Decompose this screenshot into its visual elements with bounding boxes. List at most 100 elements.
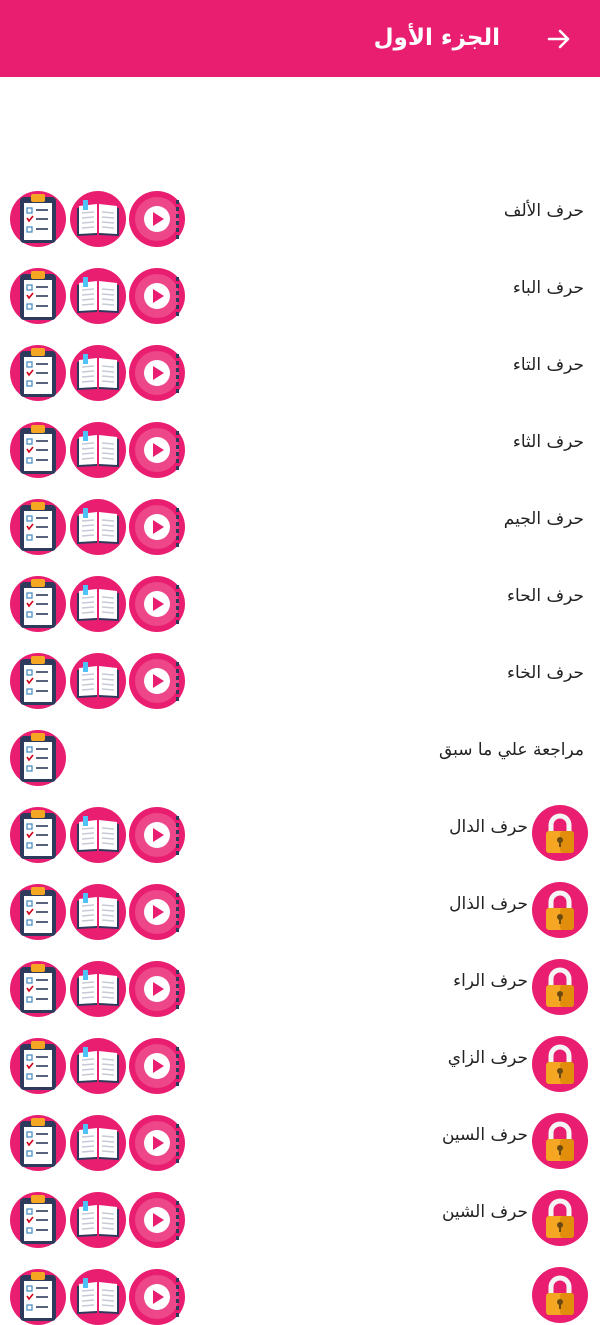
lesson-label: مراجعة علي ما سبق <box>438 740 584 760</box>
padlock-icon <box>546 1275 574 1315</box>
play-video-icon <box>135 1198 179 1242</box>
quiz-button[interactable] <box>10 576 66 632</box>
open-book-button[interactable] <box>70 268 126 324</box>
play-video-icon <box>135 274 179 318</box>
open-book-button[interactable] <box>70 422 126 478</box>
padlock-icon[interactable] <box>532 1190 588 1246</box>
play-video-button[interactable] <box>129 1115 185 1171</box>
play-video-button[interactable] <box>129 576 185 632</box>
open-book-button[interactable] <box>70 1269 126 1325</box>
padlock-icon[interactable] <box>532 1036 588 1092</box>
open-book-button[interactable] <box>70 345 126 401</box>
lesson-row[interactable]: حرف الشين <box>0 1188 600 1248</box>
play-video-button[interactable] <box>129 1269 185 1325</box>
lesson-label: حرف الذال <box>449 894 528 914</box>
play-video-icon <box>135 1044 179 1088</box>
lesson-row[interactable]: حرف الباء <box>0 264 600 324</box>
clipboard-checklist-icon <box>20 271 56 320</box>
clipboard-checklist-icon <box>20 1195 56 1244</box>
open-book-button[interactable] <box>70 961 126 1017</box>
open-book-button[interactable] <box>70 653 126 709</box>
open-book-button[interactable] <box>70 499 126 555</box>
open-book-button[interactable] <box>70 884 126 940</box>
open-book-icon <box>77 200 119 236</box>
clipboard-checklist-icon <box>20 579 56 628</box>
play-video-button[interactable] <box>129 191 185 247</box>
quiz-button[interactable] <box>10 807 66 863</box>
open-book-icon <box>77 585 119 621</box>
quiz-button[interactable] <box>10 1269 66 1325</box>
play-video-icon <box>135 967 179 1011</box>
lesson-row[interactable]: حرف الحاء <box>0 572 600 632</box>
play-video-icon <box>135 582 179 626</box>
quiz-button[interactable] <box>10 1038 66 1094</box>
padlock-icon <box>546 1198 574 1238</box>
play-video-button[interactable] <box>129 422 185 478</box>
quiz-button[interactable] <box>10 345 66 401</box>
lesson-label: حرف الزاي <box>447 1048 528 1068</box>
lesson-row[interactable]: حرف الزاي <box>0 1034 600 1094</box>
padlock-icon[interactable] <box>532 1267 588 1323</box>
play-video-icon <box>135 1121 179 1165</box>
open-book-button[interactable] <box>70 191 126 247</box>
padlock-icon[interactable] <box>532 805 588 861</box>
lesson-row[interactable]: حرف الذال <box>0 880 600 940</box>
open-book-button[interactable] <box>70 576 126 632</box>
quiz-button[interactable] <box>10 1115 66 1171</box>
lesson-row[interactable]: حرف الثاء <box>0 418 600 478</box>
open-book-icon <box>77 508 119 544</box>
lesson-label: حرف السين <box>441 1125 528 1145</box>
padlock-icon <box>546 1121 574 1161</box>
back-button[interactable] <box>542 22 576 56</box>
padlock-icon[interactable] <box>532 959 588 1015</box>
play-video-button[interactable] <box>129 1038 185 1094</box>
lesson-row[interactable]: حرف الراء <box>0 957 600 1017</box>
play-video-button[interactable] <box>129 499 185 555</box>
play-video-button[interactable] <box>129 345 185 401</box>
padlock-icon <box>546 967 574 1007</box>
play-video-button[interactable] <box>129 884 185 940</box>
lesson-row[interactable]: حرف الخاء <box>0 649 600 709</box>
clipboard-checklist-icon <box>20 425 56 474</box>
lesson-row[interactable]: حرف الألف <box>0 187 600 247</box>
open-book-button[interactable] <box>70 807 126 863</box>
play-video-button[interactable] <box>129 961 185 1017</box>
quiz-button[interactable] <box>10 730 66 786</box>
open-book-button[interactable] <box>70 1192 126 1248</box>
lesson-label: حرف الدال <box>449 817 528 837</box>
padlock-icon <box>546 890 574 930</box>
open-book-button[interactable] <box>70 1115 126 1171</box>
lesson-row[interactable]: حرف الدال <box>0 803 600 863</box>
padlock-icon[interactable] <box>532 1113 588 1169</box>
lesson-row[interactable]: حرف الجيم <box>0 495 600 555</box>
padlock-icon[interactable] <box>532 882 588 938</box>
play-video-button[interactable] <box>129 807 185 863</box>
play-video-button[interactable] <box>129 268 185 324</box>
lesson-label: حرف الثاء <box>512 432 584 452</box>
play-video-icon <box>135 890 179 934</box>
open-book-icon <box>77 354 119 390</box>
quiz-button[interactable] <box>10 422 66 478</box>
play-video-icon <box>135 351 179 395</box>
play-video-button[interactable] <box>129 1192 185 1248</box>
open-book-icon <box>77 1201 119 1237</box>
lesson-row[interactable]: مراجعة علي ما سبق <box>0 726 600 786</box>
quiz-button[interactable] <box>10 268 66 324</box>
app-bar: الجزء الأول <box>0 0 600 77</box>
lesson-label: حرف الراء <box>453 971 528 991</box>
padlock-icon <box>546 1044 574 1084</box>
quiz-button[interactable] <box>10 653 66 709</box>
quiz-button[interactable] <box>10 961 66 1017</box>
quiz-button[interactable] <box>10 1192 66 1248</box>
quiz-button[interactable] <box>10 499 66 555</box>
open-book-button[interactable] <box>70 1038 126 1094</box>
lesson-row[interactable]: حرف السين <box>0 1111 600 1171</box>
quiz-button[interactable] <box>10 191 66 247</box>
open-book-icon <box>77 1047 119 1083</box>
clipboard-checklist-icon <box>20 502 56 551</box>
play-video-button[interactable] <box>129 653 185 709</box>
quiz-button[interactable] <box>10 884 66 940</box>
lesson-label: حرف التاء <box>512 355 584 375</box>
lesson-row[interactable] <box>0 1265 600 1325</box>
lesson-row[interactable]: حرف التاء <box>0 341 600 401</box>
